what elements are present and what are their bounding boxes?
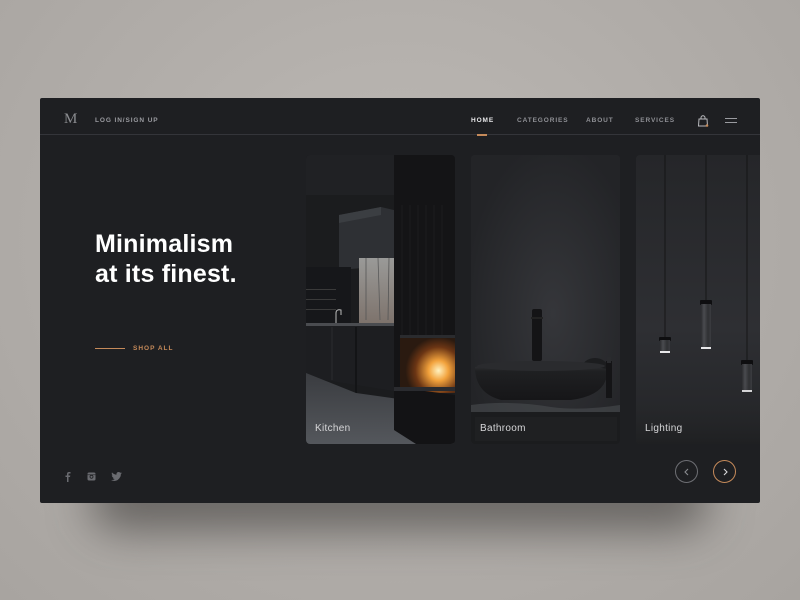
hero-title: Minimalism at its finest. bbox=[95, 230, 237, 288]
category-card-kitchen[interactable]: Kitchen bbox=[306, 155, 455, 444]
header: M LOG IN/SIGN UP HOME CATEGORIES ABOUT S… bbox=[40, 98, 760, 136]
app-window: M LOG IN/SIGN UP HOME CATEGORIES ABOUT S… bbox=[40, 98, 760, 503]
category-label-lighting: Lighting bbox=[645, 423, 683, 434]
shop-all-link[interactable]: SHOP ALL bbox=[133, 345, 174, 352]
category-label-bathroom: Bathroom bbox=[480, 423, 526, 434]
kitchen-image bbox=[306, 155, 455, 444]
shopping-bag-icon[interactable] bbox=[697, 115, 709, 127]
nav-home[interactable]: HOME bbox=[471, 117, 494, 124]
category-card-lighting[interactable]: Lighting bbox=[636, 155, 760, 444]
category-label-kitchen: Kitchen bbox=[315, 423, 351, 434]
chevron-left-icon bbox=[684, 468, 689, 476]
chevron-right-icon bbox=[723, 468, 728, 476]
pendant-lamp-tall bbox=[700, 300, 712, 349]
pendant-lamp-small bbox=[659, 337, 671, 353]
twitter-icon[interactable] bbox=[111, 472, 122, 481]
hamburger-menu-icon[interactable] bbox=[725, 117, 737, 125]
nav-active-indicator bbox=[477, 134, 487, 136]
carousel-next-button[interactable] bbox=[713, 460, 736, 483]
lighting-image bbox=[636, 155, 760, 444]
instagram-icon[interactable] bbox=[87, 472, 96, 481]
category-card-bathroom[interactable]: Bathroom bbox=[471, 155, 620, 444]
nav-about[interactable]: ABOUT bbox=[586, 117, 614, 124]
bathroom-image bbox=[471, 155, 620, 444]
main-nav: HOME CATEGORIES ABOUT SERVICES bbox=[40, 117, 760, 135]
shop-all-line bbox=[95, 348, 125, 349]
nav-services[interactable]: SERVICES bbox=[635, 117, 675, 124]
facebook-icon[interactable] bbox=[65, 472, 71, 482]
nav-categories[interactable]: CATEGORIES bbox=[517, 117, 569, 124]
carousel-prev-button[interactable] bbox=[675, 460, 698, 483]
